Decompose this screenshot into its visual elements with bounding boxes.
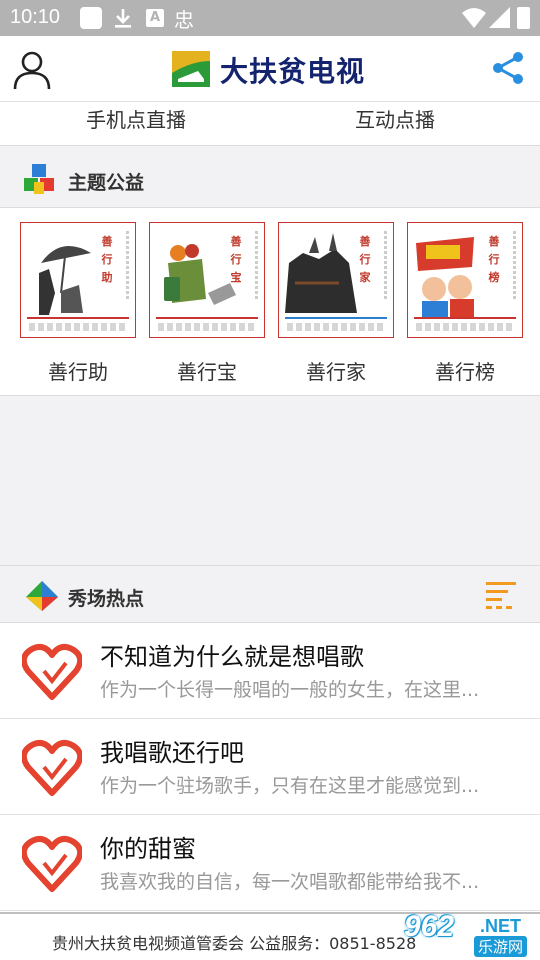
welfare-poster-title: 善行家 bbox=[359, 235, 371, 284]
status-time: 10:10 bbox=[10, 6, 61, 28]
heart-hand-icon bbox=[20, 641, 84, 701]
watermark-sub: 乐游网 bbox=[474, 936, 528, 957]
poster-side-text bbox=[255, 231, 258, 301]
cubes-icon bbox=[24, 164, 58, 196]
user-icon[interactable] bbox=[12, 50, 52, 90]
poster-divider bbox=[156, 317, 258, 319]
logo-icon bbox=[172, 51, 210, 87]
heart-hand-icon bbox=[20, 737, 84, 797]
section-header-hot: 秀场热点 bbox=[0, 565, 540, 623]
welfare-label: 善行榜 bbox=[435, 360, 495, 384]
poster-footer-text bbox=[29, 323, 127, 331]
heart-hand-icon bbox=[20, 833, 84, 893]
hot-item-title: 我唱歌还行吧 bbox=[100, 739, 244, 767]
watermark-number: 962 bbox=[404, 910, 455, 943]
hot-item-title: 你的甜蜜 bbox=[100, 835, 196, 863]
watermark-suffix: .NET bbox=[480, 916, 522, 936]
notification-square-icon bbox=[80, 7, 102, 29]
hot-item-desc: 我喜欢我的自信，每一次唱歌都能带给我不... bbox=[100, 871, 480, 893]
hot-list: 不知道为什么就是想唱歌 作为一个长得一般唱的一般的女生，在这里... 我唱歌还行… bbox=[0, 623, 540, 913]
welfare-poster-title: 善行宝 bbox=[230, 235, 242, 284]
hot-item-desc: 作为一个驻场歌手，只有在这里才能感觉到... bbox=[100, 775, 480, 797]
welfare-poster: 善行助 bbox=[20, 222, 136, 338]
share-icon[interactable] bbox=[490, 50, 526, 86]
welfare-item-shanxingbao[interactable]: 善行宝 善行宝 bbox=[149, 222, 265, 385]
welfare-label: 善行家 bbox=[306, 360, 366, 384]
poster-side-text bbox=[126, 231, 129, 301]
welfare-item-shanxingjia[interactable]: 善行家 善行家 bbox=[278, 222, 394, 385]
poster-divider bbox=[27, 317, 129, 319]
hot-item-title: 不知道为什么就是想唱歌 bbox=[100, 643, 364, 671]
list-menu-icon[interactable] bbox=[486, 582, 518, 610]
diamond-icon bbox=[24, 579, 60, 613]
list-item[interactable]: 我唱歌还行吧 作为一个驻场歌手，只有在这里才能感觉到... bbox=[0, 719, 540, 815]
welfare-item-shanxingzhu[interactable]: 善行助 善行助 bbox=[20, 222, 136, 385]
section-title-hot: 秀场热点 bbox=[68, 588, 145, 610]
tab-interactive-vod[interactable]: 互动点播 bbox=[355, 104, 435, 133]
poster-divider bbox=[285, 317, 387, 319]
welfare-poster: 善行家 bbox=[278, 222, 394, 338]
app-notification-icon: 忠 bbox=[174, 8, 194, 32]
hot-item-desc: 作为一个长得一般唱的一般的女生，在这里... bbox=[100, 679, 480, 701]
section-title-welfare: 主题公益 bbox=[68, 172, 145, 194]
poster-side-text bbox=[384, 231, 387, 301]
poster-footer-text bbox=[158, 323, 256, 331]
list-item[interactable]: 不知道为什么就是想唱歌 作为一个长得一般唱的一般的女生，在这里... bbox=[0, 623, 540, 719]
tab-live[interactable]: 手机点直播 bbox=[86, 104, 186, 133]
poster-footer-text bbox=[416, 323, 514, 331]
poster-divider bbox=[414, 317, 516, 319]
welfare-label: 善行助 bbox=[48, 360, 108, 384]
app-title: 大扶贫电视 bbox=[220, 55, 366, 88]
tab-strip: 手机点直播 互动点播 bbox=[0, 102, 540, 146]
welfare-poster-title: 善行榜 bbox=[488, 235, 500, 284]
a-badge-icon: A bbox=[146, 9, 164, 27]
wifi-icon bbox=[462, 7, 486, 33]
list-item[interactable]: 你的甜蜜 我喜欢我的自信，每一次唱歌都能带给我不... bbox=[0, 815, 540, 911]
footer-text: 贵州大扶贫电视频道管委会 公益服务：0851-8528 bbox=[52, 934, 417, 953]
download-icon bbox=[112, 7, 134, 33]
welfare-poster: 善行榜 bbox=[407, 222, 523, 338]
site-watermark: 962 .NET 乐游网 bbox=[400, 910, 536, 958]
section-header-welfare: 主题公益 bbox=[0, 150, 540, 208]
app-header: 大扶贫电视 bbox=[0, 36, 540, 102]
status-bar: 10:10 A 忠 bbox=[0, 0, 540, 36]
welfare-grid: 善行助 善行助 善行宝 善行宝 善 行 家 善行家 善 行 榜 善行榜 bbox=[0, 208, 540, 396]
poster-side-text bbox=[513, 231, 516, 301]
welfare-item-shanxingbang[interactable]: 善行榜 善行榜 bbox=[407, 222, 523, 385]
poster-footer-text bbox=[287, 323, 385, 331]
welfare-poster: 善行宝 bbox=[149, 222, 265, 338]
battery-icon bbox=[517, 7, 530, 29]
signal-icon bbox=[489, 7, 511, 33]
welfare-poster-title: 善行助 bbox=[101, 235, 113, 284]
welfare-label: 善行宝 bbox=[177, 360, 237, 384]
